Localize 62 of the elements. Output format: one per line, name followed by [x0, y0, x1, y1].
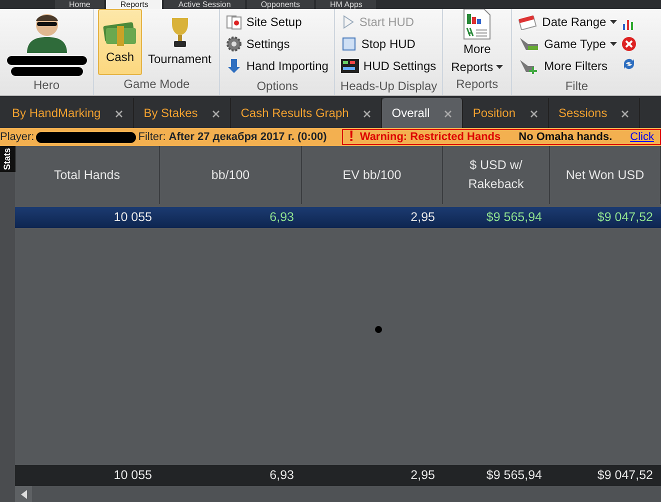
ribbon-button[interactable]: HUD Settings [339, 55, 438, 77]
more-reports-button[interactable]: More Reports [447, 9, 508, 75]
menu-tab[interactable]: Home [55, 0, 104, 9]
cash-button[interactable]: Cash [98, 9, 142, 75]
close-icon[interactable] [621, 36, 638, 52]
total-cell-text: 10 055 [112, 467, 153, 484]
ribbon-button[interactable]: Stop HUD [339, 33, 438, 55]
group-label: Game Mode [122, 76, 191, 93]
group-label: Filte [564, 78, 590, 95]
menu-tab[interactable]: Active Session [164, 0, 245, 9]
group-label: Options [256, 78, 300, 95]
table-row[interactable]: 10 055 6,93 2,95 $9 565,94 $9 047,52 [15, 207, 661, 228]
ribbon-button[interactable]: More Filters [516, 55, 620, 77]
column-header[interactable]: EV bb/100 [302, 146, 443, 204]
group-label: Hero [32, 77, 60, 94]
table-cell-text: 10 055 [112, 209, 153, 226]
column-header[interactable]: $ USD w/ Rakeback [443, 146, 550, 204]
cards-icon [226, 14, 242, 30]
warning-text: Warning: Restricted Hands [360, 130, 501, 145]
group-label: Reports [455, 76, 500, 93]
redaction-mark [10, 67, 82, 76]
table-cell-text: 2,95 [410, 209, 436, 226]
player-label: Player: [0, 130, 34, 145]
column-header[interactable]: Total Hands [15, 146, 160, 204]
report-icon [463, 9, 492, 40]
table-cell-text: $9 565,94 [485, 209, 543, 226]
menu-tab[interactable]: HM Apps [316, 0, 376, 9]
column-header[interactable]: Net Won USD [550, 146, 661, 204]
note-text: No Omaha hands. [518, 130, 612, 145]
group-label: Heads-Up Display [339, 78, 438, 95]
ribbon-button[interactable]: Settings [224, 33, 330, 55]
tournament-button[interactable]: Tournament [144, 9, 216, 75]
stop-icon [341, 36, 358, 52]
scroll-left-icon[interactable] [15, 486, 32, 502]
table-cell-text: 6,93 [268, 209, 295, 226]
hud-grid-icon [341, 58, 360, 74]
total-cell-text: 6,93 [268, 467, 295, 484]
side-tab[interactable]: Stats [0, 146, 16, 172]
report-tab[interactable]: Overall [382, 98, 463, 128]
settings-icon [226, 36, 242, 52]
total-cell-text: $9 565,94 [485, 467, 543, 484]
play-icon [341, 14, 356, 30]
ribbon-button[interactable]: Game Type [516, 33, 620, 55]
total-cell-text: $9 047,52 [596, 467, 654, 484]
click-link[interactable]: Click [630, 128, 654, 146]
ribbon-button[interactable]: Date Range [516, 11, 620, 33]
warning-icon: ! [348, 128, 354, 146]
column-header[interactable]: bb/100 [160, 146, 302, 204]
menu-tab[interactable]: Opponents [246, 0, 314, 9]
report-tab[interactable]: Sessions [548, 98, 640, 128]
dot-icon [374, 326, 382, 332]
menu-tab[interactable]: Reports [106, 0, 162, 9]
total-cell-text: 2,95 [410, 467, 436, 484]
ribbon-button[interactable]: Hand Importing [224, 55, 330, 77]
ribbon-button[interactable]: Site Setup [224, 11, 330, 33]
filter-label: Filter: [138, 130, 166, 145]
caret-icon [496, 65, 504, 69]
report-tab[interactable]: By Stakes [134, 98, 231, 128]
table-icon [518, 36, 540, 52]
filter-value: After 27 декабря 2017 г. (0:00) [168, 130, 327, 145]
down-arrow-icon [226, 58, 242, 74]
table-cell-text: $9 047,52 [596, 209, 654, 226]
